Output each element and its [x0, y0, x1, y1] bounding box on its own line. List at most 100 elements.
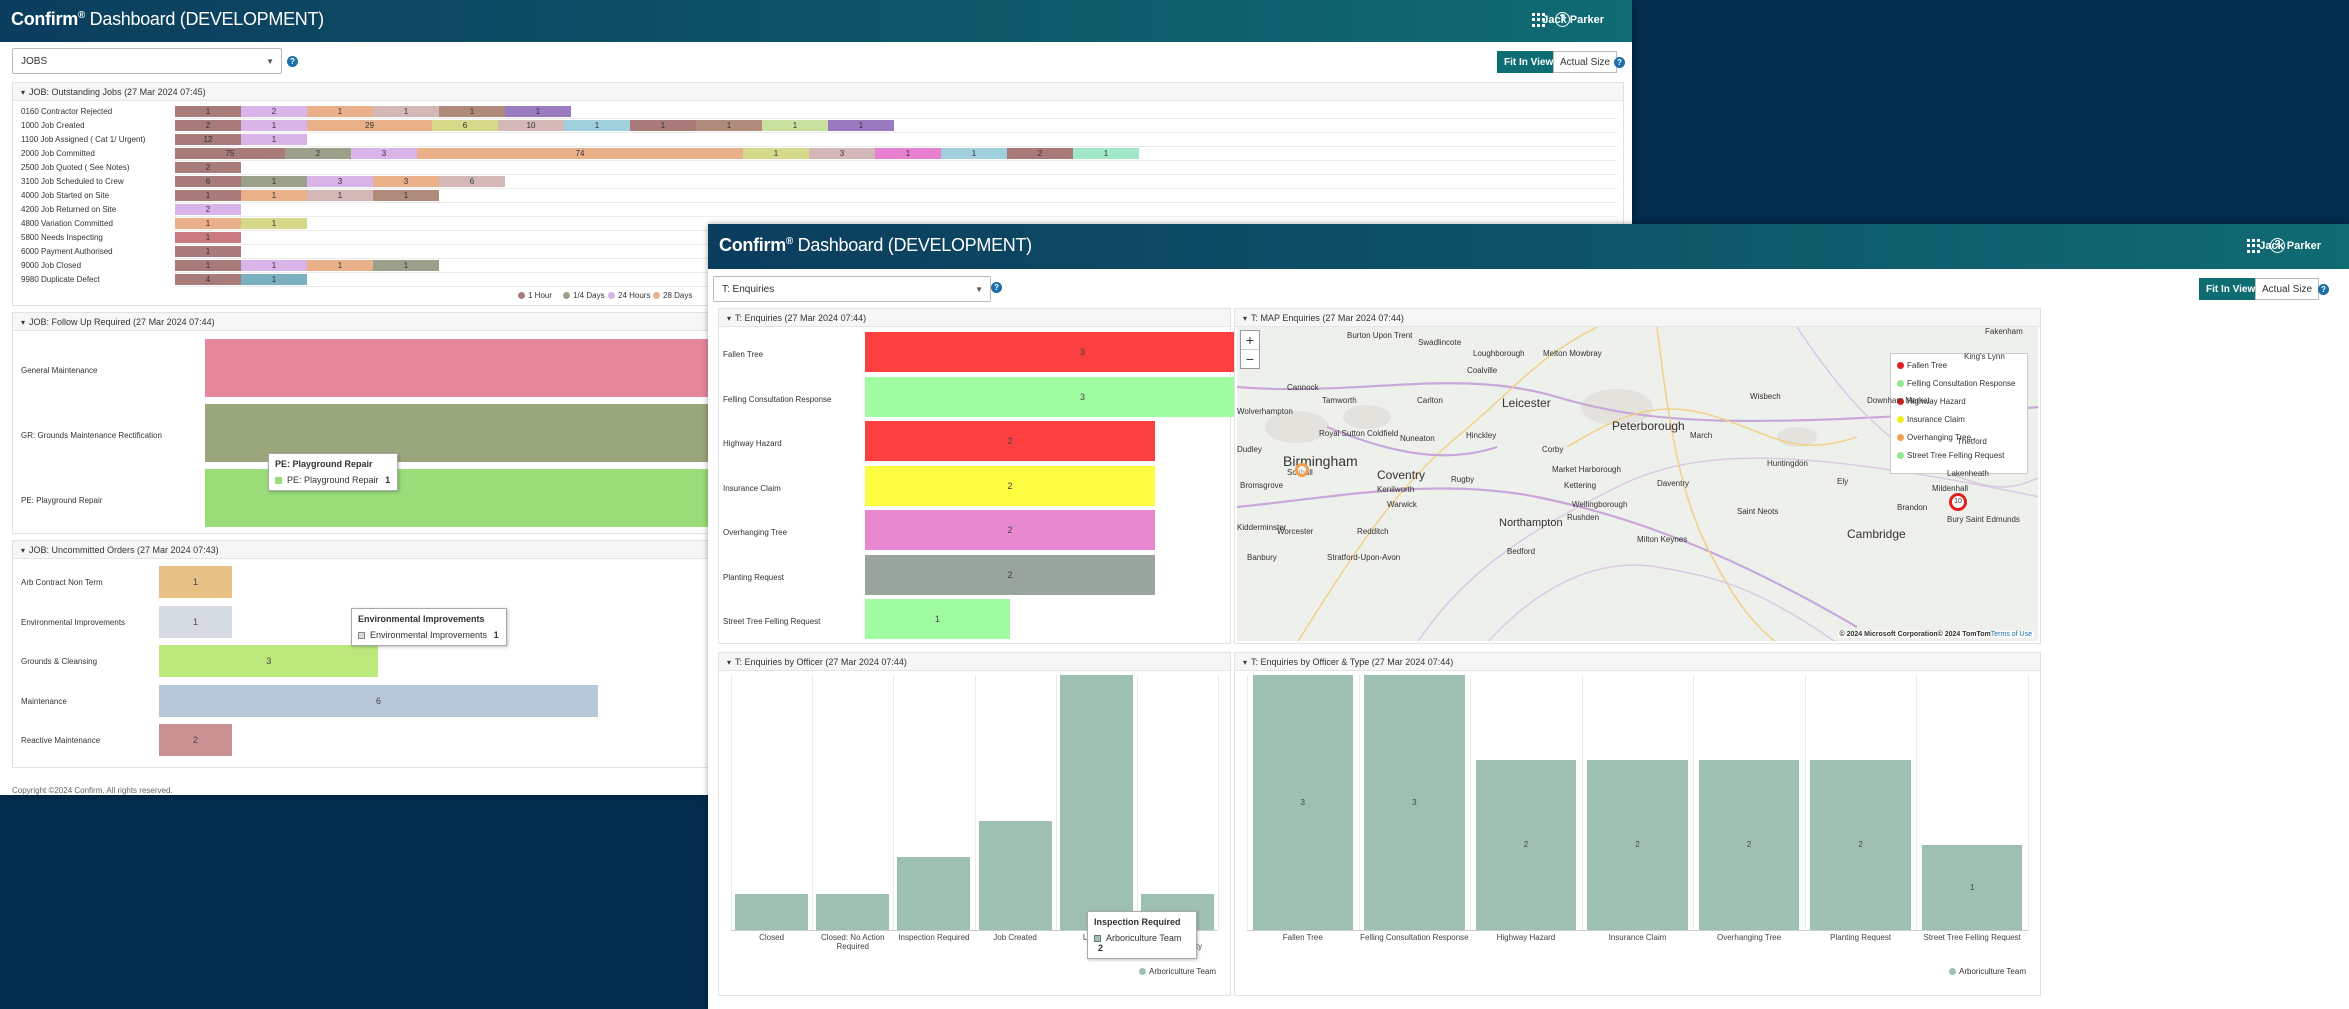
bar-segment[interactable]: 1 [762, 120, 828, 131]
bar[interactable]: 2 [865, 554, 1155, 595]
bar-segment[interactable]: 1 [696, 120, 762, 131]
map-marker[interactable]: 10 [1949, 493, 1967, 511]
enquiries-map[interactable]: + − Fallen Tree Felling Consultation Resp… [1237, 327, 2038, 641]
bar-segment[interactable]: 1 [175, 260, 241, 271]
bar[interactable]: 2 [159, 724, 232, 756]
bar-segment[interactable]: 3 [307, 176, 373, 187]
bar-segment[interactable]: 1 [241, 120, 307, 131]
bar[interactable]: 1 [159, 566, 232, 598]
bar[interactable] [897, 857, 971, 930]
bar-segment[interactable]: 1 [439, 106, 505, 117]
bar-segment[interactable]: 2 [175, 162, 241, 173]
info-icon[interactable]: ? [1614, 57, 1625, 68]
bar-segment[interactable]: 1 [175, 218, 241, 229]
bar-segment[interactable]: 4 [175, 274, 241, 285]
bar-segment[interactable]: 1 [175, 190, 241, 201]
bar-segment[interactable]: 1 [241, 190, 307, 201]
bar[interactable]: 3 [1252, 675, 1353, 930]
bar-segment[interactable]: 1 [241, 134, 307, 145]
panel-title[interactable]: T: MAP Enquiries (27 Mar 2024 07:44) [1243, 313, 1404, 323]
bar[interactable]: 2 [1810, 760, 1911, 930]
bar-segment[interactable]: 1 [875, 148, 941, 159]
map-legend-item[interactable]: Street Tree Felling Request [1897, 451, 2021, 460]
bar-segment[interactable]: 29 [307, 120, 432, 131]
fit-in-view-button[interactable]: Fit In View [1497, 51, 1561, 73]
bar-segment[interactable]: 1 [241, 260, 307, 271]
bar-segment[interactable]: 1 [564, 120, 630, 131]
bar[interactable]: 2 [865, 510, 1155, 550]
bar[interactable]: 2 [1587, 760, 1688, 930]
legend-item[interactable]: Arboriculture Team [1949, 967, 2026, 976]
bar-segment[interactable]: 3 [809, 148, 875, 159]
bar-segment[interactable]: 12 [175, 134, 241, 145]
zoom-out-button[interactable]: − [1241, 350, 1259, 368]
bar[interactable]: 1 [1922, 845, 2023, 930]
map-legend-item[interactable]: Insurance Claim [1897, 415, 2021, 424]
dashboard-selector[interactable]: T: Enquiries ▼ [713, 276, 991, 302]
actual-size-button[interactable]: Actual Size [2255, 278, 2320, 300]
bar-segment[interactable]: 2 [285, 148, 351, 159]
zoom-in-button[interactable]: + [1241, 331, 1259, 350]
map-legend-item[interactable]: Felling Consultation Response [1897, 379, 2021, 388]
bar-segment[interactable]: 1 [373, 190, 439, 201]
bar-segment[interactable]: 1 [941, 148, 1007, 159]
bar[interactable]: 2 [1698, 760, 1800, 930]
bar-segment[interactable]: 1 [630, 120, 696, 131]
info-icon[interactable]: ? [2318, 284, 2329, 295]
bar[interactable]: 6 [159, 684, 598, 717]
bar[interactable]: 2 [865, 465, 1155, 506]
bar-segment[interactable]: 1 [373, 260, 439, 271]
panel-title[interactable]: T: Enquiries (27 Mar 2024 07:44) [727, 313, 866, 323]
bar[interactable] [1059, 675, 1133, 930]
bar-segment[interactable]: 2 [175, 120, 241, 131]
panel-title[interactable]: T: Enquiries by Officer & Type (27 Mar 2… [1243, 657, 1453, 667]
bar-segment[interactable]: 2 [1007, 148, 1073, 159]
info-icon[interactable]: ? [287, 56, 298, 67]
actual-size-button[interactable]: Actual Size [1553, 51, 1618, 73]
bar-segment[interactable]: 1 [373, 106, 439, 117]
legend-item[interactable]: 1/4 Days [563, 291, 605, 300]
bar-segment[interactable]: 1 [241, 218, 307, 229]
bar-segment[interactable]: 1 [175, 106, 241, 117]
bar[interactable] [816, 893, 890, 930]
terms-of-use-link[interactable]: Terms of Use [1991, 631, 2032, 638]
legend-item[interactable]: Arboriculture Team [1139, 967, 1216, 976]
bar[interactable]: 2 [1475, 760, 1577, 930]
bar-segment[interactable]: 2 [175, 204, 241, 215]
bar-segment[interactable]: 1 [1073, 148, 1139, 159]
bar-segment[interactable]: 1 [175, 246, 241, 257]
panel-title[interactable]: JOB: Uncommitted Orders (27 Mar 2024 07:… [21, 545, 219, 555]
bar-segment[interactable]: 1 [307, 260, 373, 271]
map-legend-item[interactable]: Fallen Tree [1897, 361, 2021, 370]
bar[interactable]: 3 [159, 645, 379, 677]
bar[interactable] [735, 893, 809, 930]
bar-segment[interactable]: 1 [307, 190, 373, 201]
bar-segment[interactable]: 3 [351, 148, 417, 159]
legend-item[interactable]: 28 Days [653, 291, 692, 300]
bar-segment[interactable]: 10 [498, 120, 564, 131]
fit-in-view-button[interactable]: Fit In View [2199, 278, 2263, 300]
legend-item[interactable]: 24 Hours [608, 291, 650, 300]
bar-segment[interactable]: 1 [505, 106, 571, 117]
bar-segment[interactable]: 1 [175, 232, 241, 243]
panel-title[interactable]: T: Enquiries by Officer (27 Mar 2024 07:… [727, 657, 907, 667]
panel-title[interactable]: JOB: Outstanding Jobs (27 Mar 2024 07:45… [21, 87, 206, 97]
bar-segment[interactable]: 3 [373, 176, 439, 187]
bar-segment[interactable]: 1 [307, 106, 373, 117]
user-name[interactable]: Jack Parker [1542, 14, 1604, 26]
bar[interactable]: 3 [1364, 675, 1465, 930]
bar-segment[interactable]: 6 [439, 176, 505, 187]
bar[interactable]: 1 [159, 605, 232, 638]
bar-segment[interactable]: 1 [743, 148, 809, 159]
user-name[interactable]: Jack Parker [2259, 240, 2321, 252]
bar-segment[interactable]: 1 [241, 176, 307, 187]
bar-segment[interactable]: 74 [417, 148, 743, 159]
panel-title[interactable]: JOB: Follow Up Required (27 Mar 2024 07:… [21, 317, 215, 327]
bar-segment[interactable]: 1 [241, 274, 307, 285]
bar-segment[interactable]: 1 [828, 120, 894, 131]
bar[interactable]: 2 [865, 421, 1155, 461]
legend-item[interactable]: 1 Hour [518, 291, 552, 300]
bar-segment[interactable]: 2 [241, 106, 307, 117]
bar-segment[interactable]: 75 [175, 148, 285, 159]
bar[interactable] [978, 820, 1052, 930]
